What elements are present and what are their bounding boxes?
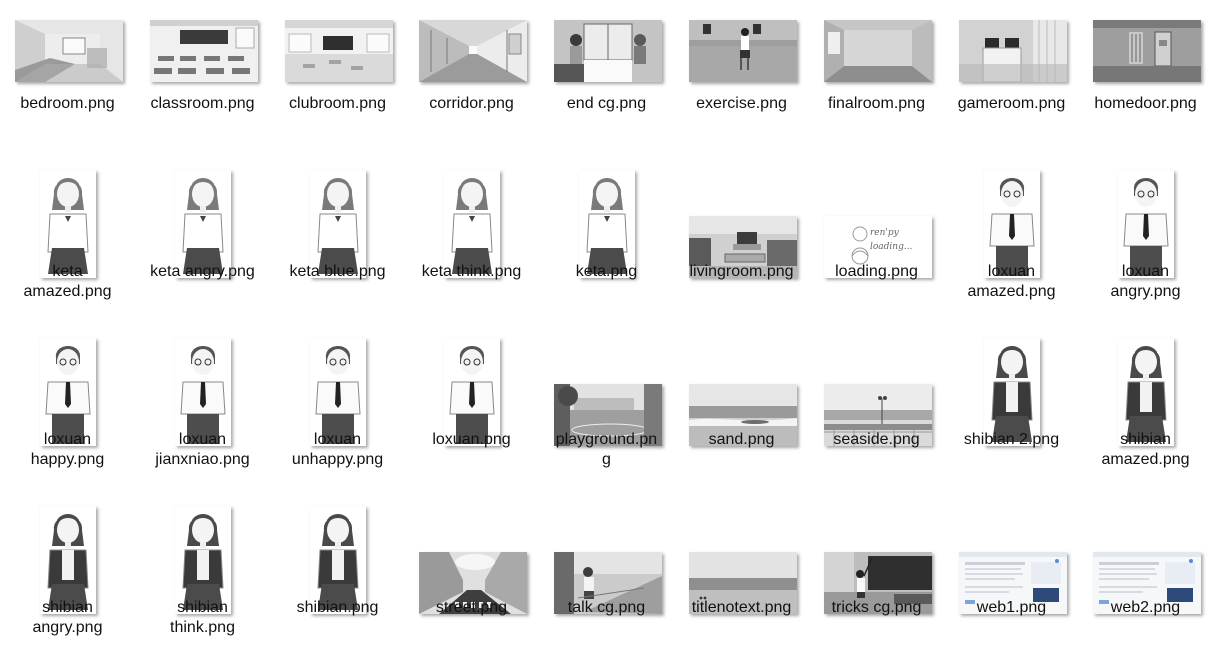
file-item[interactable]: keta amazed.png [0,168,135,336]
file-name: loxuan jianxniao.png [155,431,250,468]
file-item[interactable]: loxuan amazed.png [944,168,1079,336]
file-item[interactable]: bedroom.png [0,0,135,168]
file-thumbnail [15,20,123,82]
file-name: seaside.png [833,431,920,448]
file-item[interactable]: finalroom.png [809,0,944,168]
file-name: end cg.png [566,95,647,112]
file-name: playground.pn g [555,431,658,468]
file-name: web1.png [976,599,1047,616]
file-name: titlenotext.png [691,599,792,616]
file-item[interactable]: web1.png [944,504,1079,672]
file-name: bedroom.png [20,95,115,112]
file-item[interactable]: livingroom.png [674,168,809,336]
file-item[interactable]: loxuan jianxniao.png [135,336,270,504]
file-thumbnail [554,20,662,82]
file-grid: bedroom.png classroom.png clubroom.png corr… [0,0,1217,636]
file-name: shibian 2.png [963,431,1060,448]
file-item[interactable]: gameroom.png [944,0,1079,168]
file-item[interactable]: keta angry.png [135,168,270,336]
file-name: tricks cg.png [831,599,922,616]
file-item[interactable]: loxuan.png [404,336,539,504]
file-thumbnail [1093,20,1201,82]
file-name: keta amazed.png [23,263,112,300]
file-name: corridor.png [429,95,514,112]
file-name: loxuan amazed.png [967,263,1056,300]
file-item[interactable]: end cg.png [539,0,674,168]
file-name: shibian angry.png [32,599,103,636]
file-name: livingroom.png [689,263,794,280]
file-item[interactable]: playground.pn g [539,336,674,504]
file-item[interactable]: loxuan unhappy.png [270,336,405,504]
file-item[interactable]: clubroom.png [270,0,405,168]
file-name: gameroom.png [957,95,1066,112]
file-item[interactable]: seaside.png [809,336,944,504]
file-item[interactable]: keta.png [539,168,674,336]
file-name: clubroom.png [289,95,386,112]
file-name: sand.png [708,431,775,448]
file-name: keta think.png [421,263,522,280]
file-item[interactable]: loxuan angry.png [1078,168,1213,336]
file-item[interactable]: shibian amazed.png [1078,336,1213,504]
loading-thumbnail-text: ren'py loading... [870,228,913,252]
file-item[interactable]: shibian 2.png [944,336,1079,504]
file-thumbnail [824,20,932,82]
file-item[interactable]: titlenotext.png [674,504,809,672]
file-item[interactable]: classroom.png [135,0,270,168]
file-name: shibian think.png [170,599,235,636]
file-thumbnail [285,20,393,82]
file-name: homedoor.png [1094,95,1197,112]
file-name: loxuan happy.png [30,431,105,468]
file-item[interactable]: corridor.png [404,0,539,168]
file-name: loxuan angry.png [1110,263,1181,300]
file-thumbnail [959,20,1067,82]
file-item[interactable]: sand.png [674,336,809,504]
file-item[interactable]: shibian angry.png [0,504,135,672]
file-name: shibian amazed.png [1101,431,1190,468]
file-item[interactable]: shibian think.png [135,504,270,672]
file-name: keta blue.png [289,263,386,280]
file-item[interactable]: web2.png [1078,504,1213,672]
file-name: keta.png [575,263,638,280]
file-name: shibian.png [296,599,379,616]
file-name: loxuan unhappy.png [291,431,384,468]
file-thumbnail [689,20,797,82]
file-name: classroom.png [150,95,255,112]
file-item[interactable]: talk cg.png [539,504,674,672]
file-item[interactable]: ren'py loading... loading.png [809,168,944,336]
file-item[interactable]: loxuan happy.png [0,336,135,504]
file-name: street.png [435,599,508,616]
file-name: web2.png [1110,599,1181,616]
file-item[interactable]: exercise.png [674,0,809,168]
file-item[interactable]: shibian.png [270,504,405,672]
file-item[interactable]: keta blue.png [270,168,405,336]
file-item[interactable]: tricks cg.png [809,504,944,672]
file-name: loading.png [835,263,918,280]
file-name: talk cg.png [567,599,646,616]
file-thumbnail [150,20,258,82]
file-name: exercise.png [696,95,787,112]
file-name: keta angry.png [150,263,255,280]
file-name: loxuan.png [432,431,511,448]
file-item[interactable]: keta think.png [404,168,539,336]
file-name: finalroom.png [828,95,925,112]
file-item[interactable]: homedoor.png [1078,0,1213,168]
file-thumbnail [419,20,527,82]
file-item[interactable]: street.png [404,504,539,672]
